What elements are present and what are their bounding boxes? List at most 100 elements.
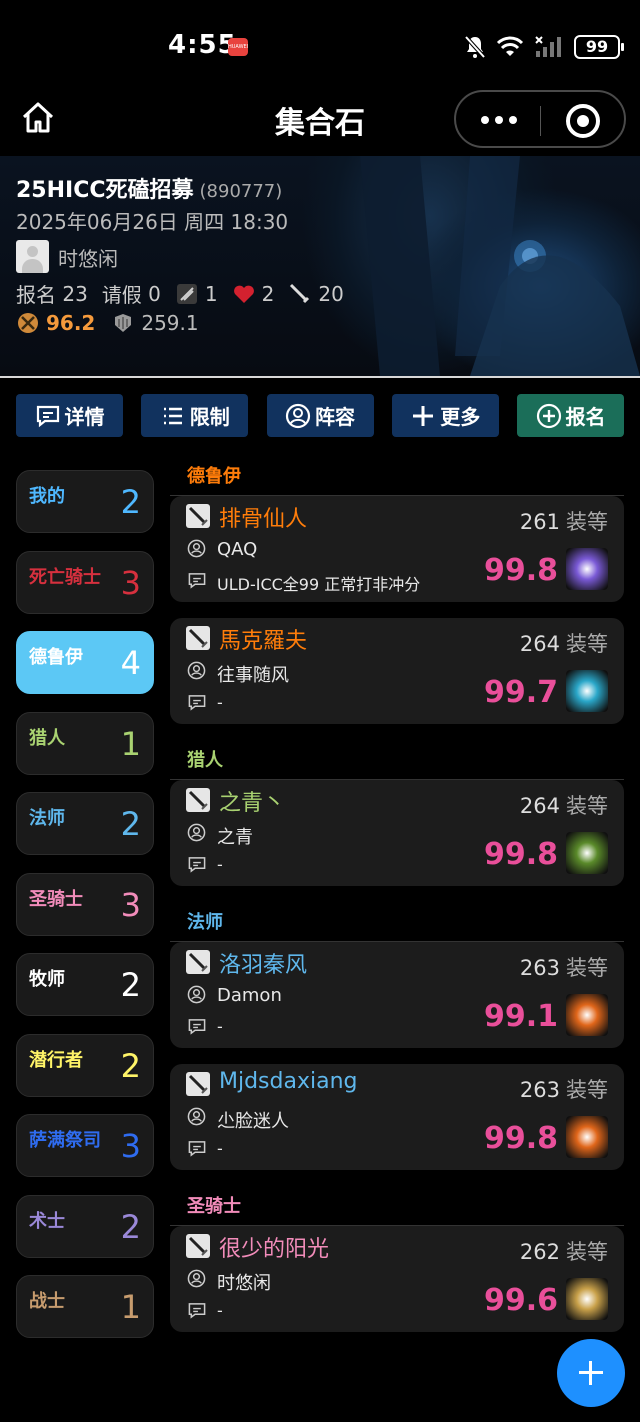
weapon-icon: [186, 1072, 210, 1096]
character-name: 很少的阳光: [219, 1237, 330, 1262]
player-name: 尐脸迷人: [217, 1111, 289, 1132]
sidebar-item[interactable]: 战士 1: [16, 1275, 154, 1338]
sidebar-item-count: 2: [120, 483, 141, 521]
dps-sword-icon: [290, 283, 310, 303]
more-label: 更多: [440, 405, 481, 429]
section-header: 德鲁伊: [170, 458, 624, 496]
sidebar-item-count: 2: [120, 1207, 141, 1246]
comment-icon: [188, 695, 206, 711]
player-name: QAQ: [217, 539, 258, 560]
player-name: 之青: [217, 827, 253, 848]
miniprogram-capsule: [454, 90, 626, 148]
sidebar-item[interactable]: 萨满祭司 3: [16, 1114, 154, 1177]
carrier-badge: HUAWEI: [228, 38, 248, 56]
dps-count: 20: [318, 281, 344, 306]
section-header: 猎人: [170, 742, 624, 780]
section-title: 法师: [187, 912, 223, 933]
gear-level-value: 263: [519, 956, 560, 980]
sidebar-item[interactable]: 死亡骑士 3: [16, 550, 154, 614]
weapon-icon: [186, 788, 210, 812]
member-card[interactable]: 很少的阳光 262 装等 时悠闲 - 99.6: [170, 1226, 624, 1332]
gear-level-unit: 装等: [566, 956, 608, 980]
battery-indicator: 99: [574, 35, 624, 59]
sidebar-item[interactable]: 术士 2: [16, 1194, 154, 1258]
spec-icon: [566, 670, 608, 712]
leave-count: 0: [148, 281, 161, 306]
gear-level-unit: 装等: [566, 1240, 608, 1264]
member-card[interactable]: 馬克羅夫 264 装等 往事随风 - 99.7: [170, 618, 624, 724]
member-note: -: [217, 693, 223, 712]
raid-title: 25HICC死磕招募 (890777): [16, 172, 282, 204]
details-button[interactable]: 详情: [16, 394, 123, 437]
raid-datetime: 2025年06月26日 周四 18:30: [16, 210, 289, 234]
comment-icon: [188, 1303, 206, 1319]
member-score: 99.8: [483, 553, 558, 588]
banner-divider: [0, 376, 640, 378]
armor-icon: [115, 314, 132, 332]
sidebar-item-count: 2: [120, 966, 141, 1004]
user-icon: [187, 539, 206, 558]
weapon-icon: [186, 950, 210, 974]
signup-button-label: 报名: [565, 405, 606, 429]
user-icon: [187, 985, 206, 1004]
close-target-icon[interactable]: [566, 104, 600, 138]
chat-icon: [36, 405, 59, 427]
sidebar-item[interactable]: 法师 2: [16, 792, 154, 855]
comment-icon: [188, 1019, 206, 1035]
sidebar-item[interactable]: 圣骑士 3: [16, 872, 154, 936]
status-icons: 99: [464, 32, 624, 62]
more-icon[interactable]: [476, 110, 522, 130]
signup-button[interactable]: 报名: [517, 394, 624, 437]
more-button[interactable]: 更多: [391, 394, 499, 437]
leader-name: 时悠闲: [58, 247, 118, 271]
weapon-icon: [186, 1234, 210, 1258]
sidebar-item[interactable]: 潜行者 2: [16, 1033, 154, 1097]
avatar: [16, 240, 49, 273]
member-card[interactable]: 之青丶 264 装等 之青 - 99.8: [170, 780, 624, 886]
capsule-divider: [540, 106, 541, 136]
roster-button[interactable]: 阵容: [266, 394, 374, 437]
sidebar-item[interactable]: 我的 2: [16, 470, 154, 533]
spec-icon: [566, 548, 608, 590]
member-note: ULD-ICC全99 正常打非冲分: [217, 575, 421, 594]
sidebar-item[interactable]: 德鲁伊 4: [16, 631, 154, 694]
plus-icon: [413, 405, 434, 426]
signup-count: 23: [62, 281, 88, 306]
gear-level-value: 262: [519, 1240, 560, 1264]
add-fab-button[interactable]: [557, 1339, 625, 1407]
sidebar-item-label: 战士: [29, 1291, 65, 1312]
character-name: 馬克羅夫: [219, 629, 308, 654]
raid-scores: 96.2 259.1: [16, 311, 199, 335]
character-name: Mjdsdaxiang: [219, 1069, 358, 1094]
member-card[interactable]: 排骨仙人 261 装等 QAQ ULD-ICC全99 正常打非冲分 99.8: [170, 496, 624, 602]
user-icon: [187, 823, 206, 842]
section-header: 圣骑士: [170, 1188, 624, 1226]
member-score: 99.1: [483, 999, 558, 1034]
gear-level: 262 装等: [520, 1236, 608, 1266]
nav-bar: 集合石: [0, 86, 640, 156]
gear-level-unit: 装等: [566, 632, 608, 656]
list-icon: [163, 407, 182, 424]
tank-icon: [176, 283, 197, 304]
member-score: 99.8: [483, 837, 558, 872]
sidebar-item-label: 德鲁伊: [29, 647, 83, 668]
status-time: 4:55: [168, 30, 237, 60]
member-card[interactable]: Mjdsdaxiang 263 装等 尐脸迷人 - 99.8: [170, 1064, 624, 1170]
player-name: 时悠闲: [217, 1273, 271, 1294]
score-a: 96.2: [46, 311, 96, 335]
member-list: 德鲁伊 排骨仙人 261 装等 QAQ ULD-ICC全99 正常打非冲分 99.8 馬克羅夫…: [170, 458, 624, 1422]
sidebar-item[interactable]: 猎人 1: [16, 711, 154, 775]
user-icon: [187, 661, 206, 680]
section-title: 猎人: [187, 750, 223, 771]
member-card[interactable]: 洛羽秦风 263 装等 Damon - 99.1: [170, 942, 624, 1048]
sidebar-item-count: 3: [120, 563, 141, 602]
member-score: 99.8: [483, 1121, 558, 1156]
sidebar-item-label: 我的: [29, 486, 65, 507]
player-name: Damon: [217, 985, 282, 1006]
action-bar: 详情 限制 阵容 更多 报名: [16, 394, 624, 438]
sidebar-item[interactable]: 牧师 2: [16, 953, 154, 1016]
spec-icon: [566, 1116, 608, 1158]
member-note: -: [217, 855, 223, 874]
sidebar-item-count: 2: [120, 1046, 141, 1085]
restrictions-button[interactable]: 限制: [141, 394, 249, 437]
